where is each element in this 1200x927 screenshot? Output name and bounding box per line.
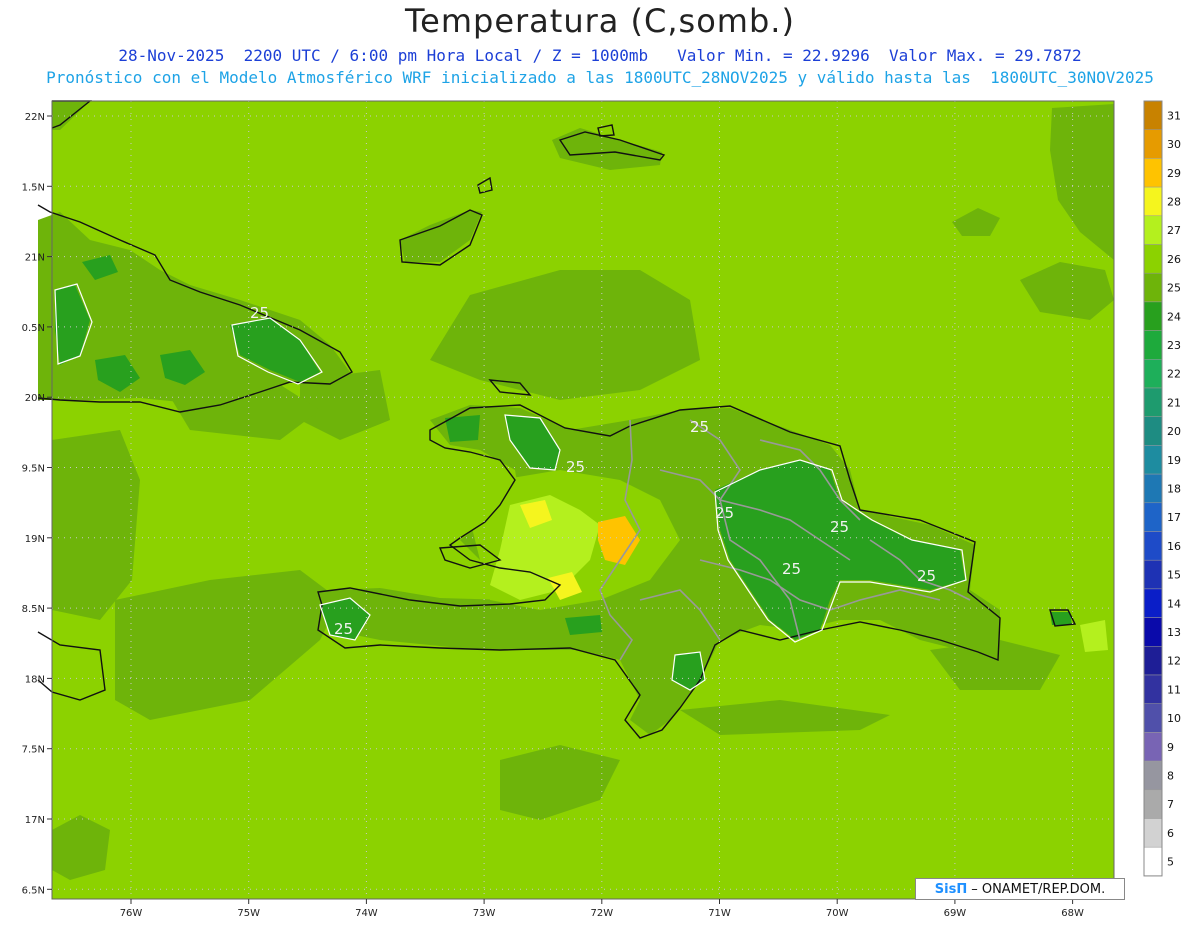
lat-tick-label: 6.5N — [22, 885, 45, 896]
colorbar-label: 18 — [1167, 482, 1181, 495]
lon-tick-label: 69W — [944, 908, 967, 919]
credit-text: – ONAMET/REP.DOM. — [971, 881, 1106, 897]
model-info-line: Pronóstico con el Modelo Atmosférico WRF… — [46, 68, 1154, 87]
colorbar-swatch — [1143, 215, 1163, 245]
colorbar-label: 22 — [1167, 368, 1181, 381]
colorbar-swatch — [1143, 359, 1163, 389]
lon-tick-label: 68W — [1061, 908, 1084, 919]
lat-tick-label: 8.5N — [22, 604, 45, 615]
colorbar-label: 21 — [1167, 396, 1181, 409]
lat-tick-label: 19N — [25, 534, 45, 545]
colorbar-swatch — [1143, 473, 1163, 504]
map-title: Temperatura (C,somb.) — [405, 2, 795, 40]
colorbar-swatch — [1143, 244, 1163, 274]
lat-tick-label: 17N — [25, 815, 45, 826]
colorbar-label: 13 — [1167, 626, 1181, 639]
lat-tick-label: 18N — [25, 674, 45, 685]
lon-tick-label: 76W — [120, 908, 143, 919]
colorbar-swatch — [1143, 330, 1163, 360]
colorbar-label: 24 — [1167, 310, 1181, 323]
colorbar-label: 8 — [1167, 769, 1174, 782]
lon-tick-label: 75W — [237, 908, 260, 919]
colorbar-label: 11 — [1167, 683, 1181, 696]
colorbar-swatch — [1143, 646, 1163, 676]
contour-label: 25 — [830, 518, 849, 536]
lon-tick-label: 71W — [708, 908, 731, 919]
sispi-logo: SisΠ — [934, 881, 968, 897]
colorbar-label: 19 — [1167, 454, 1181, 467]
colorbar-label: 15 — [1167, 569, 1181, 582]
colorbar-swatch — [1143, 674, 1163, 704]
lat-tick-label: 20N — [25, 393, 45, 404]
contour-label: 25 — [690, 418, 709, 436]
lat-tick-label: 1.5N — [22, 182, 45, 193]
colorbar-label: 28 — [1167, 195, 1181, 208]
colorbar-label: 20 — [1167, 425, 1181, 438]
colorbar-swatch — [1143, 818, 1163, 848]
temperature-map: 25 25 25 25 25 25 25 25 22N 1.5N 21N 0.5N 20… — [22, 100, 1181, 919]
colorbar-swatch — [1143, 301, 1163, 331]
contour-label: 25 — [782, 560, 801, 578]
lat-tick-label: 21N — [25, 253, 45, 264]
contour-label: 25 — [250, 304, 269, 322]
colorbar-label: 5 — [1167, 856, 1174, 869]
colorbar-swatch — [1143, 129, 1163, 159]
colorbar-label: 17 — [1167, 511, 1181, 524]
colorbar-label: 6 — [1167, 827, 1174, 840]
lon-tick-label: 74W — [355, 908, 378, 919]
colorbar: 31 30 29 28 27 26 25 24 23 22 21 20 19 18 17 16 15 14 13 12… — [1143, 100, 1181, 877]
colorbar-label: 16 — [1167, 540, 1181, 553]
lat-tick-label: 22N — [25, 112, 45, 123]
colorbar-swatch — [1143, 588, 1163, 618]
colorbar-swatch — [1143, 186, 1163, 217]
credit-box: SisΠ – ONAMET/REP.DOM. — [915, 878, 1125, 900]
colorbar-swatch — [1143, 846, 1163, 877]
lat-tick-label: 9.5N — [22, 464, 45, 475]
colorbar-label: 9 — [1167, 741, 1174, 754]
longitude-axis: 76W 75W 74W 73W 72W 71W 70W 69W 68W — [120, 899, 1084, 919]
colorbar-swatch — [1143, 502, 1163, 532]
colorbar-swatch — [1143, 100, 1163, 130]
contour-label: 25 — [917, 567, 936, 585]
lat-tick-label: 7.5N — [22, 745, 45, 756]
colorbar-swatch — [1143, 416, 1163, 446]
lat-tick-label: 0.5N — [22, 323, 45, 334]
colorbar-label: 12 — [1167, 655, 1181, 668]
contour-label: 25 — [715, 504, 734, 522]
colorbar-label: 23 — [1167, 339, 1181, 352]
lon-tick-label: 72W — [590, 908, 613, 919]
colorbar-swatch — [1143, 760, 1163, 791]
colorbar-swatch — [1143, 732, 1163, 762]
colorbar-label: 26 — [1167, 253, 1181, 266]
colorbar-swatch — [1143, 703, 1163, 733]
colorbar-swatch — [1143, 789, 1163, 819]
colorbar-label: 30 — [1167, 138, 1181, 151]
colorbar-label: 31 — [1167, 109, 1181, 122]
colorbar-label: 29 — [1167, 167, 1181, 180]
colorbar-swatch — [1143, 617, 1163, 647]
colorbar-swatch — [1143, 445, 1163, 475]
lon-tick-label: 73W — [473, 908, 496, 919]
lon-tick-label: 70W — [826, 908, 849, 919]
colorbar-swatch — [1143, 387, 1163, 417]
contour-label: 25 — [334, 620, 353, 638]
colorbar-label: 14 — [1167, 597, 1181, 610]
colorbar-label: 25 — [1167, 282, 1181, 295]
colorbar-swatch — [1143, 559, 1163, 590]
valid-time-line: 28-Nov-2025 2200 UTC / 6:00 pm Hora Loca… — [118, 46, 1082, 65]
colorbar-swatch — [1143, 158, 1163, 188]
colorbar-swatch — [1143, 272, 1163, 303]
colorbar-swatch — [1143, 531, 1163, 561]
colorbar-label: 7 — [1167, 798, 1174, 811]
colorbar-label: 27 — [1167, 224, 1181, 237]
colorbar-label: 10 — [1167, 712, 1181, 725]
